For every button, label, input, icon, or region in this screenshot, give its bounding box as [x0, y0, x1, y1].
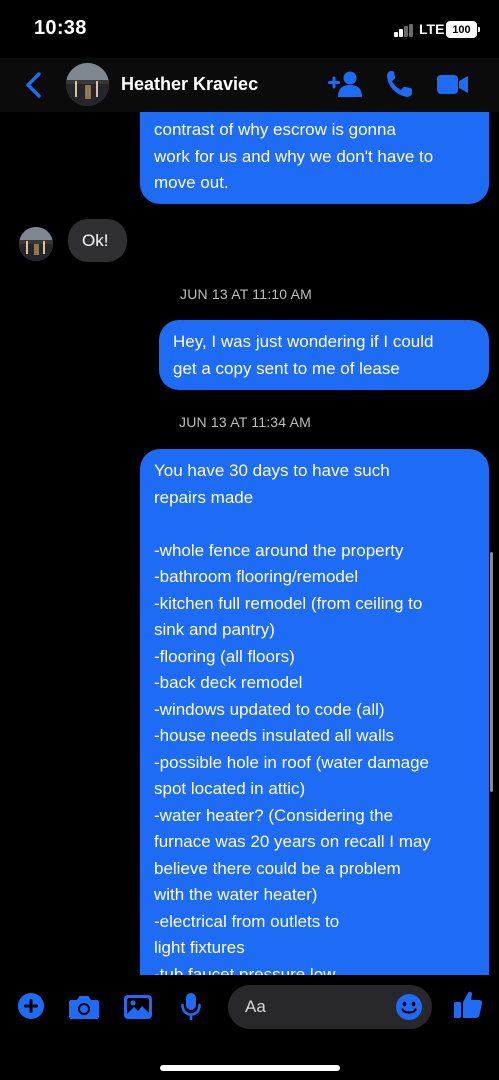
- message-input-field[interactable]: [228, 985, 432, 1029]
- signal-strength-icon: [394, 24, 414, 37]
- video-call-button[interactable]: [436, 68, 470, 100]
- thumbs-up-icon: [454, 991, 483, 1018]
- back-button[interactable]: [20, 68, 50, 102]
- more-actions-button[interactable]: [17, 992, 45, 1020]
- like-button[interactable]: [452, 989, 484, 1021]
- message-bubble-outgoing[interactable]: contrast of why escrow is gonna work for…: [140, 112, 489, 204]
- timestamp: JUN 13 AT 11:34 AM: [179, 414, 311, 430]
- gallery-button[interactable]: [123, 993, 153, 1021]
- composer-bar: [0, 975, 499, 1080]
- video-camera-icon: [437, 75, 468, 94]
- battery-icon: 100: [446, 21, 480, 38]
- message-input[interactable]: [245, 995, 385, 1019]
- add-person-button[interactable]: [328, 68, 364, 100]
- call-button[interactable]: [384, 68, 414, 100]
- camera-button[interactable]: [68, 993, 100, 1021]
- sender-avatar[interactable]: [19, 227, 53, 261]
- status-time: 10:38: [34, 17, 87, 39]
- message-bubble-outgoing[interactable]: Hey, I was just wondering if I could get…: [159, 320, 489, 390]
- voice-message-button[interactable]: [180, 992, 202, 1022]
- microphone-icon: [181, 993, 201, 1020]
- phone-icon: [387, 71, 412, 97]
- back-chevron-icon: [26, 72, 41, 98]
- avatar[interactable]: [66, 63, 109, 106]
- status-bar: 10:38 LTE 100: [0, 0, 499, 58]
- message-bubble-incoming[interactable]: Ok!: [68, 219, 127, 262]
- add-person-icon: [328, 71, 362, 97]
- contact-name[interactable]: Heather Kraviec: [121, 74, 258, 95]
- scrollbar[interactable]: [490, 552, 493, 792]
- image-icon: [124, 995, 152, 1019]
- emoji-icon: [396, 994, 422, 1020]
- timestamp: JUN 13 AT 11:10 AM: [180, 286, 312, 302]
- chat-header: Heather Kraviec: [0, 58, 499, 112]
- plus-icon: [18, 993, 44, 1019]
- message-bubble-outgoing[interactable]: You have 30 days to have such repairs ma…: [140, 449, 489, 975]
- emoji-button[interactable]: [395, 993, 423, 1026]
- message-list[interactable]: contrast of why escrow is gonna work for…: [0, 112, 499, 975]
- home-indicator[interactable]: [160, 1065, 340, 1071]
- network-type: LTE: [419, 21, 445, 37]
- camera-icon: [69, 996, 99, 1019]
- battery-level: 100: [452, 23, 471, 36]
